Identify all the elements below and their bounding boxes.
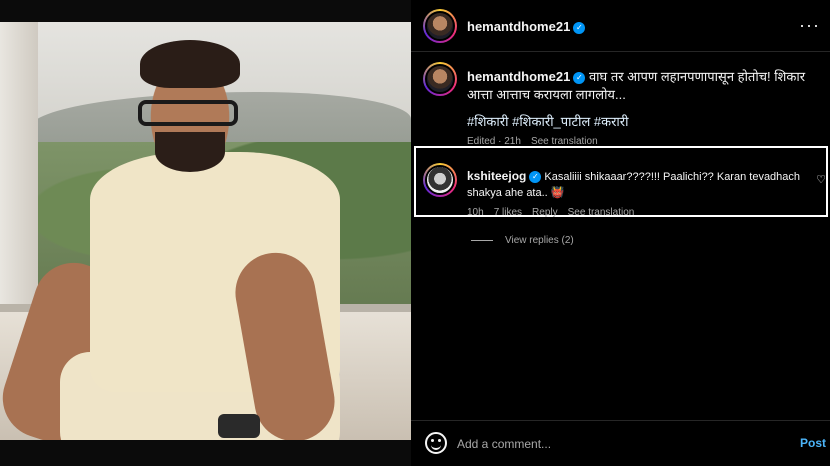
comment-username[interactable]: kshiteejog bbox=[467, 169, 526, 183]
replies-line-divider bbox=[471, 239, 493, 241]
post-comment-button[interactable]: Post bbox=[800, 436, 826, 450]
more-options-icon[interactable]: ··· bbox=[799, 15, 820, 36]
like-comment-heart-icon[interactable]: ♡ bbox=[816, 173, 826, 186]
post-side-panel: hemantdhome21 ✓ ··· hemantdhome21 ✓ वाघ तर… bbox=[411, 0, 830, 466]
header-username[interactable]: hemantdhome21 ✓ bbox=[467, 19, 586, 34]
person-hair bbox=[140, 40, 240, 88]
caption-verified-badge-icon: ✓ bbox=[573, 71, 586, 84]
header-username-text[interactable]: hemantdhome21 bbox=[467, 19, 570, 34]
author-avatar[interactable] bbox=[423, 9, 457, 43]
comment-reply-button[interactable]: Reply bbox=[532, 207, 558, 218]
person-glasses bbox=[138, 100, 238, 126]
comment-see-translation[interactable]: See translation bbox=[568, 207, 635, 218]
caption-username[interactable]: hemantdhome21 bbox=[467, 69, 570, 84]
comment: kshiteejog ✓ Kasaliiii shikaaar????!!! Pa… bbox=[467, 168, 817, 201]
comment-meta: 10h 7 likes Reply See translation bbox=[467, 207, 644, 218]
caption: hemantdhome21 ✓ वाघ तर आपण लहानपणापासून ह… bbox=[467, 68, 817, 104]
commenter-avatar[interactable] bbox=[423, 163, 457, 197]
photo-wall bbox=[0, 22, 38, 322]
person-beard bbox=[155, 132, 225, 172]
post-image[interactable] bbox=[0, 0, 411, 466]
verified-badge-icon: ✓ bbox=[573, 21, 586, 34]
add-comment-input[interactable] bbox=[457, 433, 777, 455]
comment-verified-badge-icon: ✓ bbox=[529, 171, 542, 184]
emoji-icon[interactable] bbox=[425, 432, 447, 454]
post-photo bbox=[0, 22, 411, 440]
comment-composer: Post bbox=[411, 420, 830, 466]
person-watch bbox=[218, 414, 260, 438]
comment-likes[interactable]: 7 likes bbox=[494, 207, 522, 218]
view-replies-label[interactable]: View replies (2) bbox=[505, 235, 574, 246]
comment-timestamp: 10h bbox=[467, 207, 484, 218]
view-replies-button[interactable]: View replies (2) bbox=[471, 235, 574, 246]
post-header: hemantdhome21 ✓ ··· bbox=[411, 0, 830, 52]
caption-hashtags[interactable]: #शिकारी #शिकारी_पाटील #करारी bbox=[467, 112, 628, 130]
caption-author-avatar[interactable] bbox=[423, 62, 457, 96]
